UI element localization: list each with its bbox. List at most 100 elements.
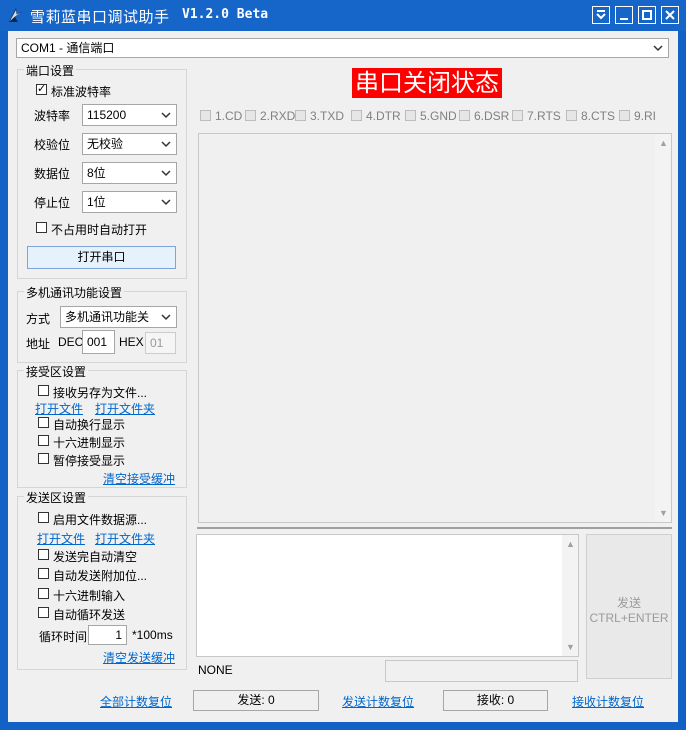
hex-display-checkbox[interactable]: [38, 435, 49, 446]
loop-send-label: 自动循环发送: [53, 608, 126, 622]
send-settings-title: 发送区设置: [24, 489, 89, 506]
send-count: 发送: 0: [193, 690, 319, 711]
mode-select[interactable]: 多机通讯功能关: [60, 306, 177, 328]
stopbits-value: 1位: [87, 195, 106, 209]
parity-select[interactable]: 无校验: [82, 133, 177, 155]
pin-dtr-indicator: [351, 110, 362, 121]
save-to-file-checkbox[interactable]: [38, 385, 49, 396]
hex-input-label: 十六进制输入: [53, 589, 126, 603]
chevron-down-icon: [161, 141, 171, 148]
port-selector-value: COM1 - 通信端口: [21, 41, 115, 55]
chevron-down-icon: [161, 112, 171, 119]
scroll-up-icon[interactable]: ▲: [659, 138, 668, 148]
close-icon[interactable]: [661, 6, 679, 24]
dec-input[interactable]: 001: [82, 330, 115, 354]
open-port-button[interactable]: 打开串口: [27, 246, 176, 269]
dec-label: DEC: [58, 335, 84, 349]
mode-value: 多机通讯功能关: [65, 310, 150, 324]
append-bits-checkbox[interactable]: [38, 568, 49, 579]
status-none-label: NONE: [198, 663, 233, 677]
receive-textarea[interactable]: ▲ ▼: [198, 133, 672, 523]
reset-send-link[interactable]: 发送计数复位: [342, 693, 414, 710]
receive-scrollbar[interactable]: ▲ ▼: [655, 134, 671, 522]
stopbits-select[interactable]: 1位: [82, 191, 177, 213]
send-button-label: 发送: [616, 596, 641, 610]
interval-label: 循环时间: [39, 630, 88, 644]
pin-txd-label: 3.TXD: [310, 109, 345, 123]
hex-label: HEX: [119, 335, 144, 349]
scroll-down-icon[interactable]: ▼: [566, 642, 575, 652]
pin-gnd-indicator: [405, 110, 416, 121]
pause-receive-label: 暂停接受显示: [53, 454, 126, 468]
address-label: 地址: [26, 337, 51, 351]
pin-cd-label: 1.CD: [215, 109, 243, 123]
pin-rxd-indicator: [245, 110, 256, 121]
scroll-up-icon[interactable]: ▲: [566, 539, 575, 549]
reset-all-link[interactable]: 全部计数复位: [100, 693, 172, 710]
port-status-banner: 串口关闭状态: [352, 68, 502, 98]
pin-indicator-row: 1.CD 2.RXD 3.TXD 4.DTR 5.GND 6.DSR 7.RTS…: [199, 109, 669, 125]
pin-dsr-indicator: [459, 110, 470, 121]
auto-wrap-checkbox[interactable]: [38, 417, 49, 428]
mode-label: 方式: [26, 312, 51, 326]
auto-clear-label: 发送完自动清空: [53, 550, 138, 564]
baud-value: 115200: [87, 108, 127, 122]
pin-cts-indicator: [566, 110, 577, 121]
reset-recv-link[interactable]: 接收计数复位: [572, 693, 644, 710]
status-field: [385, 660, 578, 682]
hex-input: 01: [145, 332, 176, 354]
save-to-file-label: 接收另存为文件...: [53, 386, 148, 400]
app-window: 雪莉蓝串口调试助手 V1.2.0 Beta COM1 - 通信端口 端口设置 标…: [0, 0, 686, 730]
pin-dtr-label: 4.DTR: [366, 109, 401, 123]
minimize-icon[interactable]: [615, 6, 633, 24]
hex-input-checkbox[interactable]: [38, 588, 49, 599]
send-textarea[interactable]: ▲ ▼: [196, 534, 579, 657]
parity-value: 无校验: [87, 137, 124, 151]
pin-cts-label: 8.CTS: [581, 109, 616, 123]
multi-machine-title: 多机通讯功能设置: [24, 284, 125, 301]
receive-settings-title: 接受区设置: [24, 363, 89, 380]
pin-ri-indicator: [619, 110, 630, 121]
pin-ri-label: 9.RI: [634, 109, 657, 123]
baud-label: 波特率: [34, 109, 71, 123]
window-version: V1.2.0 Beta: [182, 7, 269, 22]
window-title: 雪莉蓝串口调试助手: [30, 8, 170, 26]
send-open-file-link[interactable]: 打开文件: [37, 530, 85, 547]
splitter[interactable]: [197, 527, 672, 529]
stopbits-label: 停止位: [34, 196, 71, 210]
databits-value: 8位: [87, 166, 106, 180]
port-settings-title: 端口设置: [24, 62, 77, 79]
baud-select[interactable]: 115200: [82, 104, 177, 126]
send-scrollbar[interactable]: ▲ ▼: [562, 535, 578, 656]
databits-label: 数据位: [34, 167, 71, 181]
port-selector[interactable]: COM1 - 通信端口: [16, 38, 669, 58]
loop-send-checkbox[interactable]: [38, 607, 49, 618]
pin-rts-indicator: [512, 110, 523, 121]
send-open-folder-link[interactable]: 打开文件夹: [95, 530, 155, 547]
chevron-down-icon: [161, 199, 171, 206]
interval-unit: *100ms: [132, 628, 173, 642]
clear-receive-link[interactable]: 清空接受缓冲: [103, 470, 175, 487]
client-area: COM1 - 通信端口 端口设置 标准波特率 波特率 115200 校验位 无校…: [8, 31, 678, 722]
maximize-icon[interactable]: [638, 6, 656, 24]
auto-open-label: 不占用时自动打开: [51, 223, 148, 237]
pin-gnd-label: 5.GND: [420, 109, 457, 123]
chevron-down-icon: [161, 170, 171, 177]
file-source-label: 启用文件数据源...: [53, 513, 148, 527]
scroll-down-icon[interactable]: ▼: [659, 508, 668, 518]
pin-txd-indicator: [295, 110, 306, 121]
auto-open-checkbox[interactable]: [36, 222, 47, 233]
receive-open-folder-link[interactable]: 打开文件夹: [95, 400, 155, 417]
file-source-checkbox[interactable]: [38, 512, 49, 523]
interval-input[interactable]: 1: [88, 625, 127, 645]
auto-wrap-label: 自动换行显示: [53, 418, 126, 432]
receive-open-file-link[interactable]: 打开文件: [35, 400, 83, 417]
clear-send-link[interactable]: 清空发送缓冲: [103, 649, 175, 666]
standard-baud-checkbox[interactable]: [36, 82, 47, 95]
auto-clear-checkbox[interactable]: [38, 549, 49, 560]
send-button-shortcut: CTRL+ENTER: [589, 611, 669, 625]
send-button[interactable]: 发送 CTRL+ENTER: [586, 534, 672, 679]
dropdown-menu-icon[interactable]: [592, 6, 610, 24]
pause-receive-checkbox[interactable]: [38, 453, 49, 464]
databits-select[interactable]: 8位: [82, 162, 177, 184]
